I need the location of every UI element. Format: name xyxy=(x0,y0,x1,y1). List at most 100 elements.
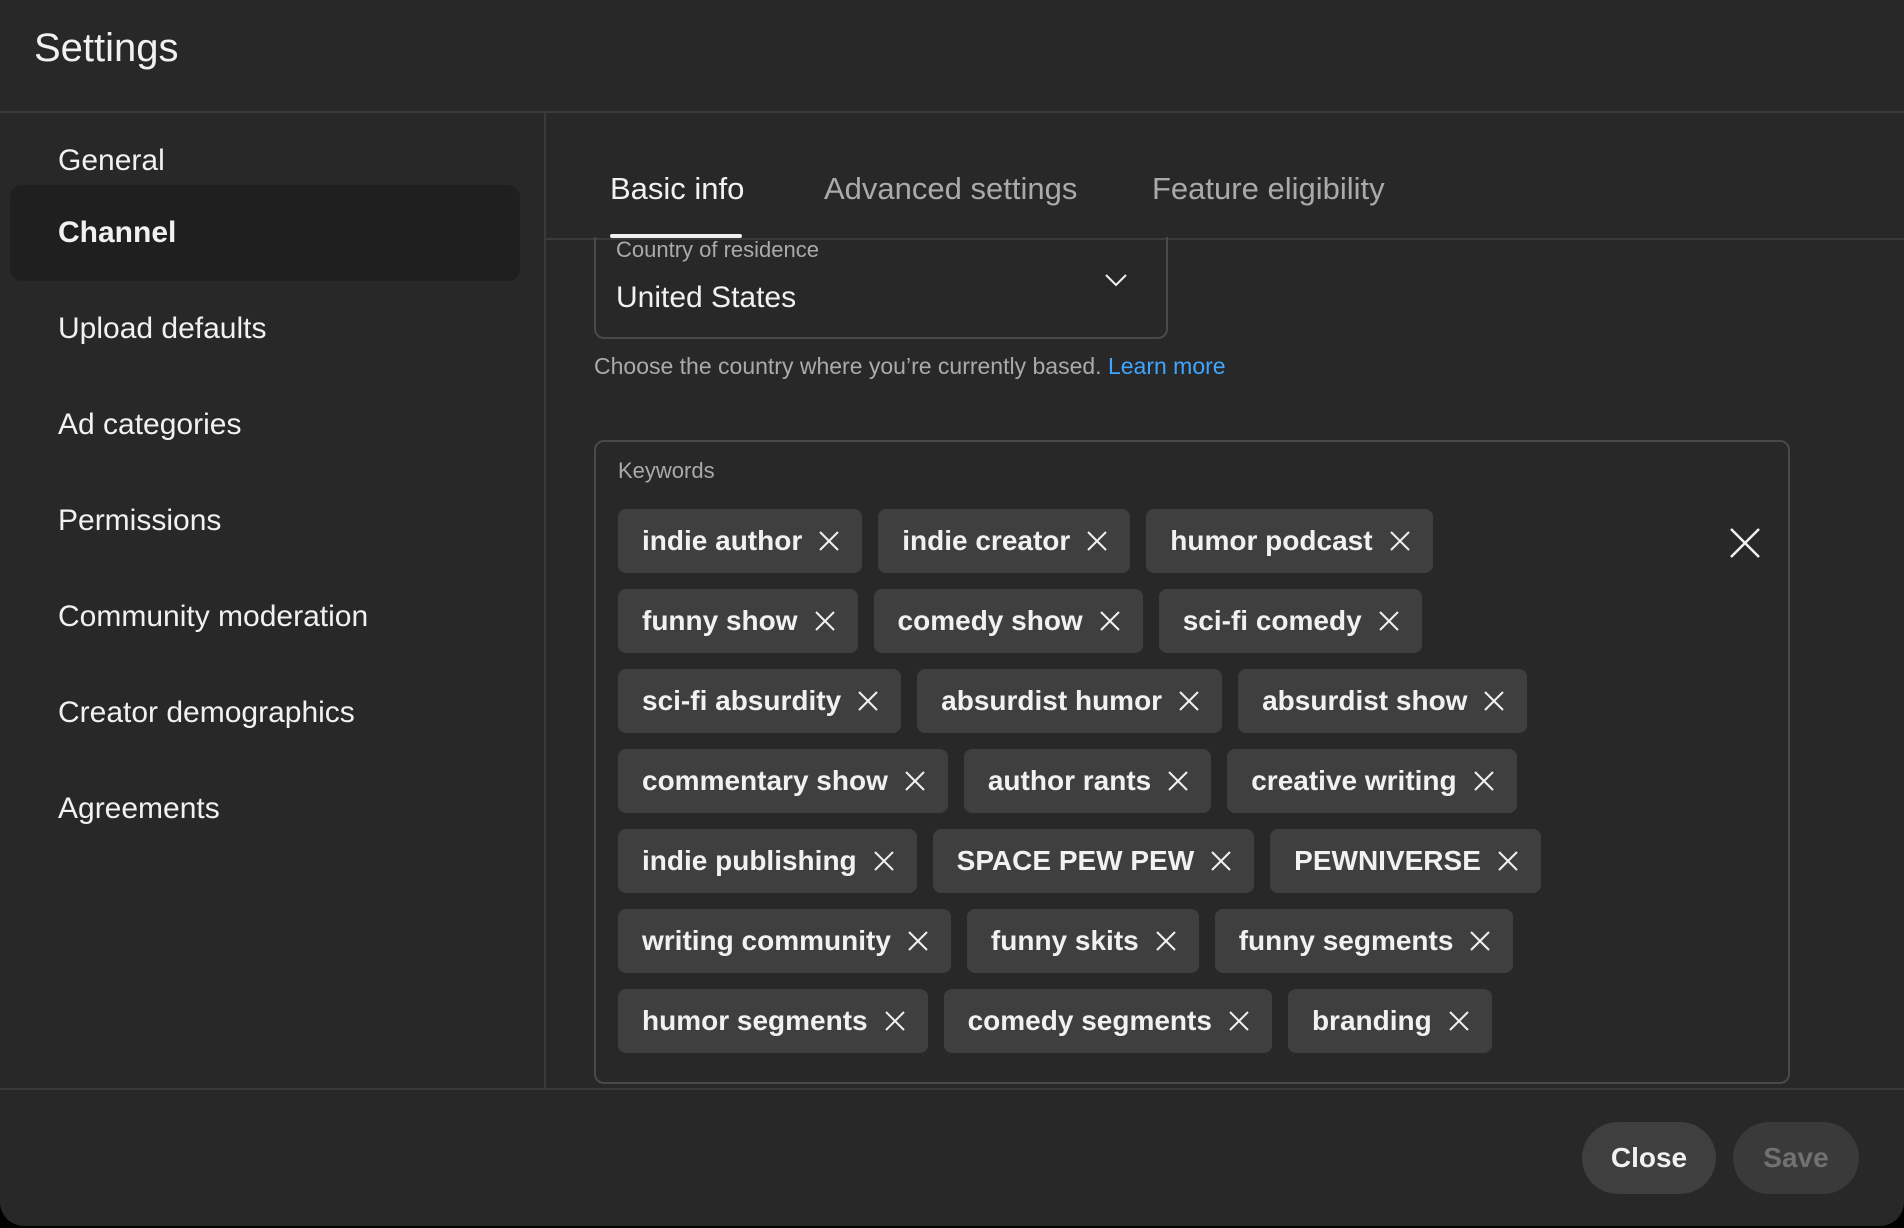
remove-keyword-icon[interactable] xyxy=(1228,1010,1250,1032)
dialog-header: Settings xyxy=(0,0,1904,113)
remove-keyword-icon[interactable] xyxy=(814,610,836,632)
keyword-chip: writing community xyxy=(618,909,951,973)
keyword-chip: commentary show xyxy=(618,749,948,813)
keyword-chip: sci-fi comedy xyxy=(1158,589,1422,653)
save-button[interactable]: Save xyxy=(1733,1122,1859,1194)
tab-advanced-settings[interactable]: Advanced settings xyxy=(824,171,1077,207)
tab-feature-eligibility[interactable]: Feature eligibility xyxy=(1152,171,1385,207)
sidebar-item-label: Ad categories xyxy=(58,408,242,441)
remove-keyword-icon[interactable] xyxy=(1178,690,1200,712)
sidebar-item-channel[interactable]: Channel xyxy=(10,185,520,281)
remove-keyword-icon[interactable] xyxy=(1448,1010,1470,1032)
sidebar-item-community-moderation[interactable]: Community moderation xyxy=(10,569,520,665)
keyword-chip-label: funny skits xyxy=(990,925,1139,956)
keyword-chip: creative writing xyxy=(1227,749,1517,813)
keyword-chip-list: indie author indie creator humor podcast fu… xyxy=(618,509,1678,1069)
remove-keyword-icon[interactable] xyxy=(1497,850,1519,872)
keyword-chip: funny show xyxy=(618,589,858,653)
sidebar-item-label: Community moderation xyxy=(58,600,369,633)
tab-bar: Basic info Advanced settings Feature eli… xyxy=(546,113,1904,240)
keyword-chip-row: indie author indie creator humor podcast xyxy=(618,509,1678,573)
remove-keyword-icon[interactable] xyxy=(1473,770,1495,792)
remove-keyword-icon[interactable] xyxy=(907,930,929,952)
keyword-chip-label: branding xyxy=(1311,1005,1432,1036)
keyword-chip-label: creative writing xyxy=(1251,765,1457,796)
keyword-chip: absurdist show xyxy=(1238,669,1528,733)
keyword-chip-label: comedy segments xyxy=(967,1005,1212,1036)
keyword-chip-label: sci-fi comedy xyxy=(1182,605,1362,636)
keyword-chip: absurdist humor xyxy=(917,669,1223,733)
keyword-chip-row: sci-fi absurdity absurdist humor absurdist… xyxy=(618,669,1678,733)
keywords-field[interactable]: Keywords indie author indie creator humor … xyxy=(594,440,1790,1084)
keyword-chip: indie creator xyxy=(878,509,1131,573)
remove-keyword-icon[interactable] xyxy=(857,690,879,712)
remove-keyword-icon[interactable] xyxy=(1469,930,1491,952)
country-select-label: Country of residence xyxy=(616,237,819,262)
keyword-chip-label: SPACE PEW PEW xyxy=(956,845,1195,876)
sidebar-item-label: Channel xyxy=(58,216,177,249)
tab-basic-info[interactable]: Basic info xyxy=(610,171,744,207)
clear-keywords-icon[interactable] xyxy=(1728,526,1762,560)
keyword-chip-label: PEWNIVERSE xyxy=(1294,845,1481,876)
remove-keyword-icon[interactable] xyxy=(1167,770,1189,792)
sidebar-item-agreements[interactable]: Agreements xyxy=(10,761,520,857)
sidebar-item-ad-categories[interactable]: Ad categories xyxy=(10,377,520,473)
keywords-label: Keywords xyxy=(618,458,715,483)
keyword-chip-label: absurdist humor xyxy=(941,685,1163,716)
sidebar-item-label: Agreements xyxy=(58,792,220,825)
remove-keyword-icon[interactable] xyxy=(1389,530,1411,552)
keyword-chip-label: absurdist show xyxy=(1262,685,1468,716)
remove-keyword-icon[interactable] xyxy=(1155,930,1177,952)
sidebar-item-upload-defaults[interactable]: Upload defaults xyxy=(10,281,520,377)
remove-keyword-icon[interactable] xyxy=(818,530,840,552)
keyword-chip-row: writing community funny skits funny segmen… xyxy=(618,909,1678,973)
keyword-chip: comedy segments xyxy=(943,989,1272,1053)
chevron-down-icon[interactable] xyxy=(1104,268,1128,292)
remove-keyword-icon[interactable] xyxy=(904,770,926,792)
keyword-chip-label: indie creator xyxy=(902,525,1071,556)
keyword-chip: PEWNIVERSE xyxy=(1270,829,1541,893)
keyword-chip: humor podcast xyxy=(1146,509,1433,573)
keyword-chip: comedy show xyxy=(873,589,1143,653)
remove-keyword-icon[interactable] xyxy=(1086,530,1108,552)
keyword-chip-label: author rants xyxy=(987,765,1152,796)
remove-keyword-icon[interactable] xyxy=(1483,690,1505,712)
keyword-chip-row: funny show comedy show sci-fi comedy xyxy=(618,589,1678,653)
sidebar-item-creator-demographics[interactable]: Creator demographics xyxy=(10,665,520,761)
remove-keyword-icon[interactable] xyxy=(1099,610,1121,632)
keyword-chip-label: commentary show xyxy=(642,765,888,796)
keyword-chip-row: indie publishing SPACE PEW PEW PEWNIVERSE xyxy=(618,829,1678,893)
keyword-chip: sci-fi absurdity xyxy=(618,669,902,733)
keyword-chip: humor segments xyxy=(618,989,928,1053)
sidebar-item-label: Permissions xyxy=(58,504,222,537)
country-select-value: United States xyxy=(616,281,797,314)
learn-more-link[interactable]: Learn more xyxy=(1108,353,1226,379)
country-helper-description: Choose the country where you’re currentl… xyxy=(594,353,1102,379)
sidebar-item-label: Creator demographics xyxy=(58,696,355,729)
country-helper-text: Choose the country where you’re currentl… xyxy=(594,353,1226,380)
keyword-chip-label: funny segments xyxy=(1238,925,1454,956)
keyword-chip-label: indie publishing xyxy=(642,845,857,876)
keyword-chip-label: funny show xyxy=(642,605,798,636)
sidebar-item-label: General xyxy=(58,144,165,177)
keyword-chip-label: humor segments xyxy=(642,1005,868,1036)
remove-keyword-icon[interactable] xyxy=(1210,850,1232,872)
keyword-chip-row: commentary show author rants creative writ… xyxy=(618,749,1678,813)
remove-keyword-icon[interactable] xyxy=(884,1010,906,1032)
remove-keyword-icon[interactable] xyxy=(873,850,895,872)
remove-keyword-icon[interactable] xyxy=(1378,610,1400,632)
keyword-chip: funny segments xyxy=(1214,909,1514,973)
sidebar-item-label: Upload defaults xyxy=(58,312,267,345)
settings-dialog: Settings General Channel Upload defaults… xyxy=(0,0,1904,1226)
keyword-chip-label: indie author xyxy=(642,525,803,556)
keyword-chip-label: writing community xyxy=(642,925,891,956)
keyword-chip-label: comedy show xyxy=(897,605,1083,636)
keyword-chip-row: humor segments comedy segments branding xyxy=(618,989,1678,1053)
sidebar-item-permissions[interactable]: Permissions xyxy=(10,473,520,569)
keyword-chip: indie publishing xyxy=(618,829,917,893)
keyword-chip: indie author xyxy=(618,509,863,573)
close-button[interactable]: Close xyxy=(1582,1122,1716,1194)
keyword-chip: SPACE PEW PEW xyxy=(932,829,1255,893)
keyword-chip: branding xyxy=(1287,989,1492,1053)
dialog-footer: Close Save xyxy=(0,1088,1904,1226)
